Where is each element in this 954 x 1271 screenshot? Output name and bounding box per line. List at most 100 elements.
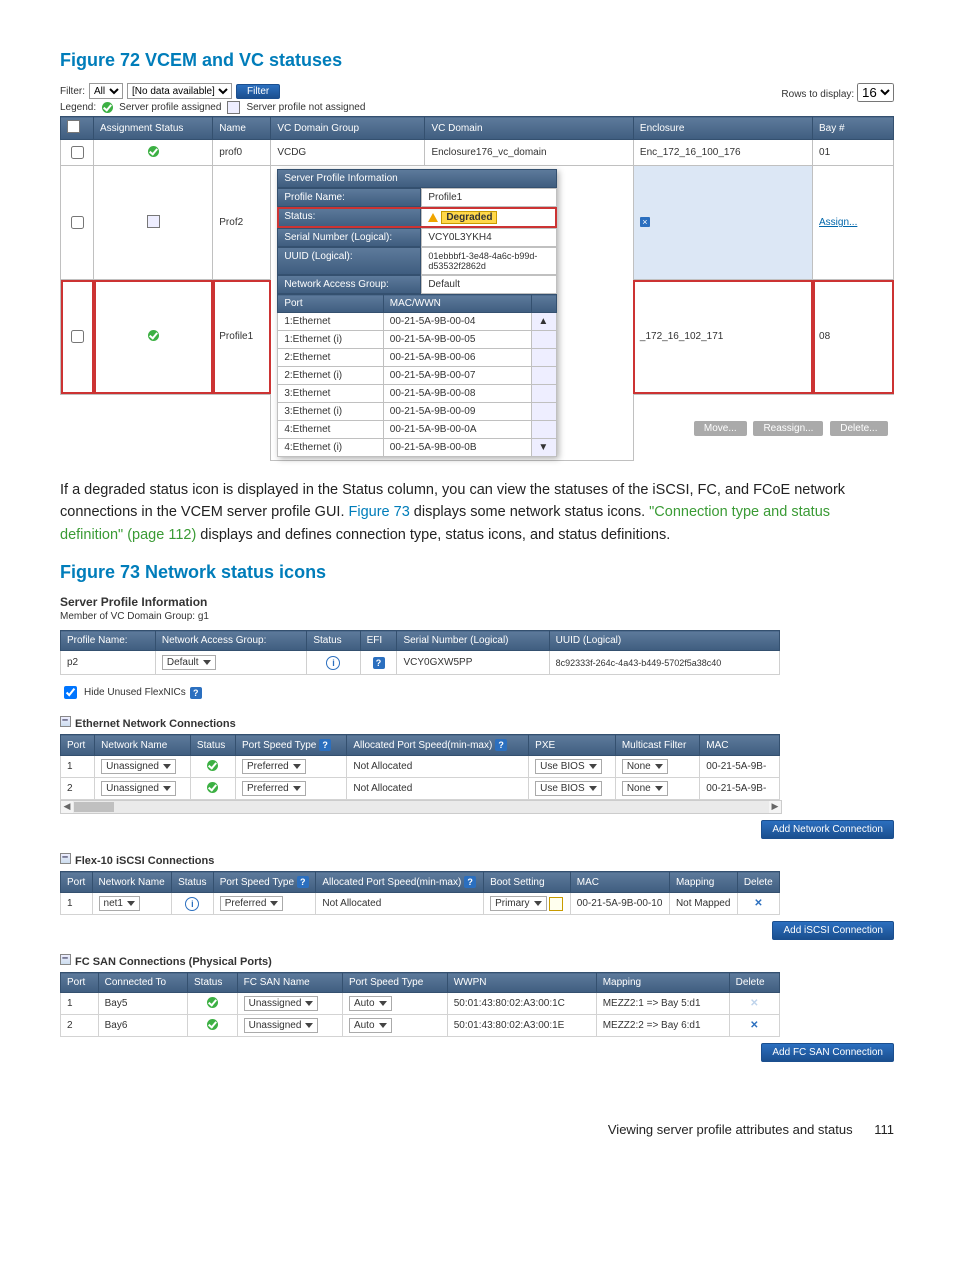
table-row[interactable]: prof0 VCDG Enclosure176_vc_domain Enc_17…	[61, 140, 894, 166]
rows-select[interactable]: 16	[857, 83, 894, 102]
scroll-thumb[interactable]	[74, 802, 114, 812]
filter-button[interactable]: Filter	[236, 84, 280, 99]
popup-v-sn: VCY0L3YKH4	[421, 228, 557, 247]
close-icon[interactable]: ×	[640, 217, 650, 227]
page-footer: Viewing server profile attributes and st…	[60, 1122, 894, 1137]
spi-member: Member of VC Domain Group: g1	[60, 611, 894, 622]
network-select[interactable]: net1	[99, 896, 140, 911]
help-icon[interactable]: ?	[297, 876, 309, 888]
col-checkbox[interactable]	[61, 117, 94, 140]
hdr-sn: Serial Number (Logical)	[397, 631, 549, 651]
pst-select[interactable]: Preferred	[242, 759, 306, 774]
mcf-select[interactable]: None	[622, 759, 668, 774]
pst-select[interactable]: Preferred	[242, 781, 306, 796]
boot-select[interactable]: Primary	[490, 896, 546, 911]
collapse-icon[interactable]	[60, 954, 71, 965]
ok-icon	[207, 1019, 218, 1030]
legend-not-assigned: Server profile not assigned	[246, 102, 365, 113]
section-ethernet[interactable]: Ethernet Network Connections	[60, 716, 894, 730]
popup-k-sn: Serial Number (Logical):	[277, 228, 421, 247]
checkbox-icon	[227, 101, 240, 114]
val-efi: ?	[360, 651, 397, 675]
table-row[interactable]: 1net1iPreferredNot AllocatedPrimary 00-2…	[61, 893, 780, 915]
network-select[interactable]: Unassigned	[101, 759, 176, 774]
network-select[interactable]: Unassigned	[101, 781, 176, 796]
col-vcdg[interactable]: VC Domain Group	[271, 117, 425, 140]
col-name[interactable]: Name	[213, 117, 271, 140]
scroll-right-icon[interactable]: ▶	[769, 801, 781, 813]
delete-button[interactable]: Delete...	[830, 421, 887, 436]
help-icon[interactable]: ?	[464, 876, 476, 888]
filter-nodata-select[interactable]: [No data available]	[127, 83, 232, 99]
hide-flexnics[interactable]: Hide Unused FlexNICs ?	[60, 683, 894, 702]
col-vcd[interactable]: VC Domain	[425, 117, 633, 140]
pxe-select[interactable]: Use BIOS	[535, 781, 601, 796]
popup-port-table: PortMAC/WWN 1:Ethernet00-21-5A-9B-00-04▲…	[277, 294, 557, 457]
popup-port-row: 1:Ethernet (i)00-21-5A-9B-00-05	[278, 331, 557, 349]
move-button[interactable]: Move...	[694, 421, 747, 436]
col-bay[interactable]: Bay #	[813, 117, 894, 140]
add-fc-button[interactable]: Add FC SAN Connection	[761, 1043, 894, 1062]
reassign-button[interactable]: Reassign...	[753, 421, 823, 436]
hdr-efi: EFI	[360, 631, 397, 651]
add-network-button[interactable]: Add Network Connection	[761, 820, 894, 839]
val-profile: p2	[61, 651, 156, 675]
san-select[interactable]: Unassigned	[244, 996, 319, 1011]
legend-assigned: Server profile assigned	[119, 102, 221, 113]
ok-icon	[207, 997, 218, 1008]
delete-icon[interactable]: ✕	[754, 898, 762, 909]
filter-all-select[interactable]: All	[89, 83, 123, 99]
row-checkbox[interactable]	[71, 146, 84, 159]
assign-link[interactable]: Assign...	[819, 217, 857, 228]
val-status: i	[307, 651, 360, 675]
scrollbar[interactable]: ◀ ▶	[60, 800, 782, 814]
popup-port-row: 2:Ethernet00-21-5A-9B-00-06	[278, 349, 557, 367]
val-nag[interactable]: Default	[155, 651, 306, 675]
help-icon: ?	[373, 657, 385, 669]
hide-flexnics-checkbox[interactable]	[64, 686, 77, 699]
help-icon[interactable]: ?	[495, 739, 507, 751]
hdr-status: Status	[307, 631, 360, 651]
scroll-left-icon[interactable]: ◀	[61, 801, 73, 813]
delete-icon: ✕	[750, 998, 758, 1009]
delete-icon[interactable]: ✕	[750, 1020, 758, 1031]
popup-k-status: Status:	[277, 207, 421, 228]
ok-icon	[102, 102, 113, 113]
pst-select[interactable]: Preferred	[220, 896, 284, 911]
info-icon: i	[185, 897, 199, 911]
section-iscsi[interactable]: Flex-10 iSCSI Connections	[60, 853, 894, 867]
col-enclosure[interactable]: Enclosure	[633, 117, 812, 140]
hdr-nag: Network Access Group:	[155, 631, 306, 651]
popup-port-row: 2:Ethernet (i)00-21-5A-9B-00-07	[278, 367, 557, 385]
table-row[interactable]: 1UnassignedPreferredNot AllocatedUse BIO…	[61, 756, 780, 778]
link-figure73[interactable]: Figure 73	[349, 504, 410, 520]
edit-icon[interactable]	[549, 897, 563, 911]
pst-select[interactable]: Auto	[349, 1018, 392, 1033]
iscsi-table: Port Network Name Status Port Speed Type…	[60, 871, 780, 915]
col-assignment[interactable]: Assignment Status	[94, 117, 213, 140]
profile-popup: Server Profile Information Profile Name:…	[277, 169, 557, 457]
pxe-select[interactable]: Use BIOS	[535, 759, 601, 774]
collapse-icon[interactable]	[60, 853, 71, 864]
pst-select[interactable]: Auto	[349, 996, 392, 1011]
row-checkbox[interactable]	[71, 216, 84, 229]
help-icon[interactable]: ?	[319, 739, 331, 751]
section-fc[interactable]: FC SAN Connections (Physical Ports)	[60, 954, 894, 968]
help-icon[interactable]: ?	[190, 687, 202, 699]
popup-buttons: Move... Reassign... Delete...	[640, 421, 888, 436]
table-row[interactable]: Prof2 Server Profile Information Profile…	[61, 166, 894, 280]
san-select[interactable]: Unassigned	[244, 1018, 319, 1033]
mcf-select[interactable]: None	[622, 781, 668, 796]
table-row[interactable]: 1Bay5UnassignedAuto50:01:43:80:02:A3:00:…	[61, 993, 780, 1015]
add-iscsi-button[interactable]: Add iSCSI Connection	[772, 921, 894, 940]
collapse-icon[interactable]	[60, 716, 71, 727]
table-row[interactable]: 2Bay6UnassignedAuto50:01:43:80:02:A3:00:…	[61, 1015, 780, 1037]
ok-icon	[207, 782, 218, 793]
row-checkbox[interactable]	[71, 330, 84, 343]
popup-v-uuid: 01ebbbf1-3e48-4a6c-b99d-d53532f2862d	[421, 247, 557, 275]
popup-port-row: 3:Ethernet (i)00-21-5A-9B-00-09	[278, 403, 557, 421]
info-icon: i	[326, 656, 340, 670]
table-row[interactable]: 2UnassignedPreferredNot AllocatedUse BIO…	[61, 778, 780, 800]
body-paragraph: If a degraded status icon is displayed i…	[60, 479, 894, 546]
ethernet-table: Port Network Name Status Port Speed Type…	[60, 734, 780, 800]
